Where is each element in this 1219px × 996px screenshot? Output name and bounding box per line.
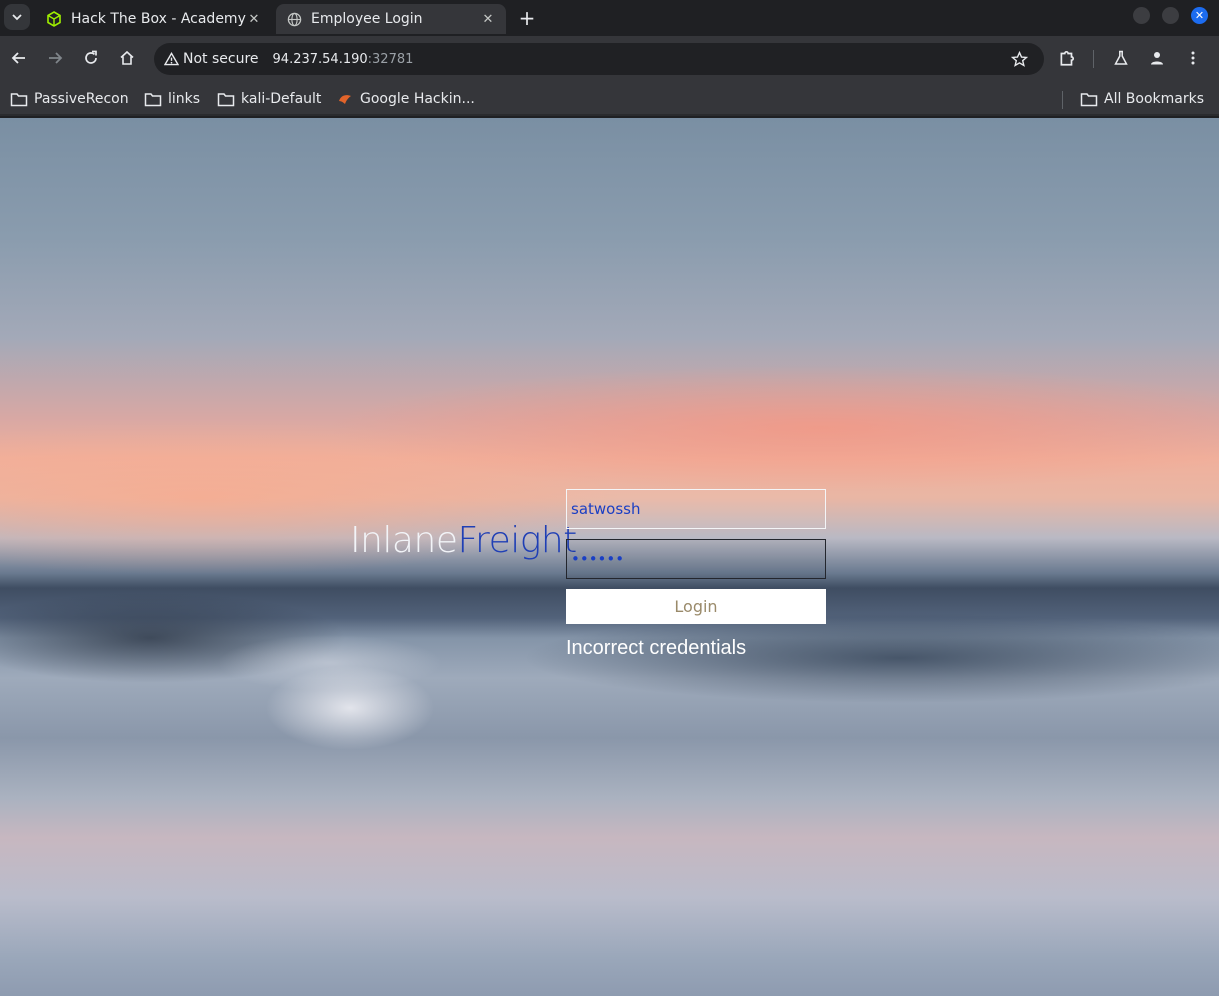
brand-logo: InlaneFreight (350, 520, 577, 561)
profile-button[interactable] (1146, 47, 1168, 69)
bookmark-label: PassiveRecon (34, 91, 129, 107)
folder-icon (217, 91, 235, 107)
minimize-button[interactable] (1133, 7, 1150, 24)
bookmarks-divider (1062, 91, 1063, 109)
puzzle-icon (1060, 51, 1074, 66)
folder-icon (144, 91, 162, 107)
maximize-button[interactable] (1162, 7, 1179, 24)
tab-title: Hack The Box - Academy (71, 11, 246, 27)
folder-icon (1080, 91, 1098, 107)
plus-icon: + (518, 6, 536, 30)
htb-cube-icon (46, 11, 62, 27)
labs-button[interactable] (1110, 47, 1132, 69)
extensions-button[interactable] (1056, 47, 1078, 69)
warning-triangle-icon (163, 51, 179, 67)
close-icon[interactable]: ✕ (480, 11, 496, 27)
reload-button[interactable] (80, 47, 102, 69)
url-port: :32781 (367, 51, 414, 67)
tab-hack-the-box[interactable]: Hack The Box - Academy ✕ (36, 4, 272, 34)
new-tab-button[interactable]: + (514, 6, 540, 30)
forward-button[interactable] (44, 47, 66, 69)
toolbar-divider (1093, 50, 1094, 68)
bookmark-kali-default[interactable]: kali-Default (217, 87, 321, 111)
home-button[interactable] (116, 47, 138, 69)
tab-employee-login[interactable]: Employee Login ✕ (276, 4, 506, 34)
tab-strip: Hack The Box - Academy ✕ Employee Login … (0, 0, 1219, 36)
url-host: 94.237.54.190 (272, 51, 368, 67)
bookmark-google-hacking[interactable]: Google Hackin... (336, 87, 475, 111)
flask-icon (1114, 50, 1128, 65)
all-bookmarks-label: All Bookmarks (1104, 91, 1205, 107)
bookmark-links[interactable]: links (144, 87, 200, 111)
menu-button[interactable] (1182, 47, 1204, 69)
tab-search-button[interactable] (4, 4, 30, 30)
chevron-down-icon (12, 14, 22, 21)
kebab-menu-icon (1191, 51, 1195, 65)
person-icon (1151, 52, 1163, 65)
home-icon (120, 50, 134, 65)
folder-icon (10, 91, 28, 107)
close-icon: ✕ (1194, 9, 1205, 22)
password-input[interactable] (566, 539, 826, 579)
reload-icon (85, 50, 97, 64)
bookmark-star-icon[interactable] (1010, 50, 1028, 68)
bookmark-label: kali-Default (241, 91, 322, 107)
login-button[interactable]: Login (566, 589, 826, 624)
username-input[interactable] (566, 489, 826, 529)
window-close-button[interactable]: ✕ (1191, 7, 1208, 24)
bookmark-label: links (168, 91, 201, 107)
bookmark-label: Google Hackin... (360, 91, 475, 107)
brand-name-part1: Inlane (350, 520, 458, 561)
address-bar[interactable]: Not secure 94.237.54.190:32781 (154, 43, 1044, 75)
bookmark-passiverecon[interactable]: PassiveRecon (10, 87, 129, 111)
browser-toolbar: Not secure 94.237.54.190:32781 (0, 36, 1219, 82)
close-icon[interactable]: ✕ (246, 11, 262, 27)
google-hacking-icon (336, 91, 354, 107)
back-button[interactable] (8, 47, 30, 69)
error-message: Incorrect credentials (566, 637, 747, 659)
tab-title: Employee Login (311, 11, 423, 27)
arrow-left-icon (11, 52, 25, 64)
globe-icon (286, 11, 302, 27)
bookmarks-bar: PassiveRecon links kali-Default Google H… (0, 82, 1219, 116)
security-indicator[interactable]: Not secure (183, 51, 259, 67)
login-page-background: InlaneFreight Login Incorrect credential… (0, 118, 1219, 996)
all-bookmarks-button[interactable]: All Bookmarks (1080, 87, 1204, 111)
brand-name-part2: Freight (457, 520, 577, 561)
arrow-right-icon (49, 52, 63, 64)
